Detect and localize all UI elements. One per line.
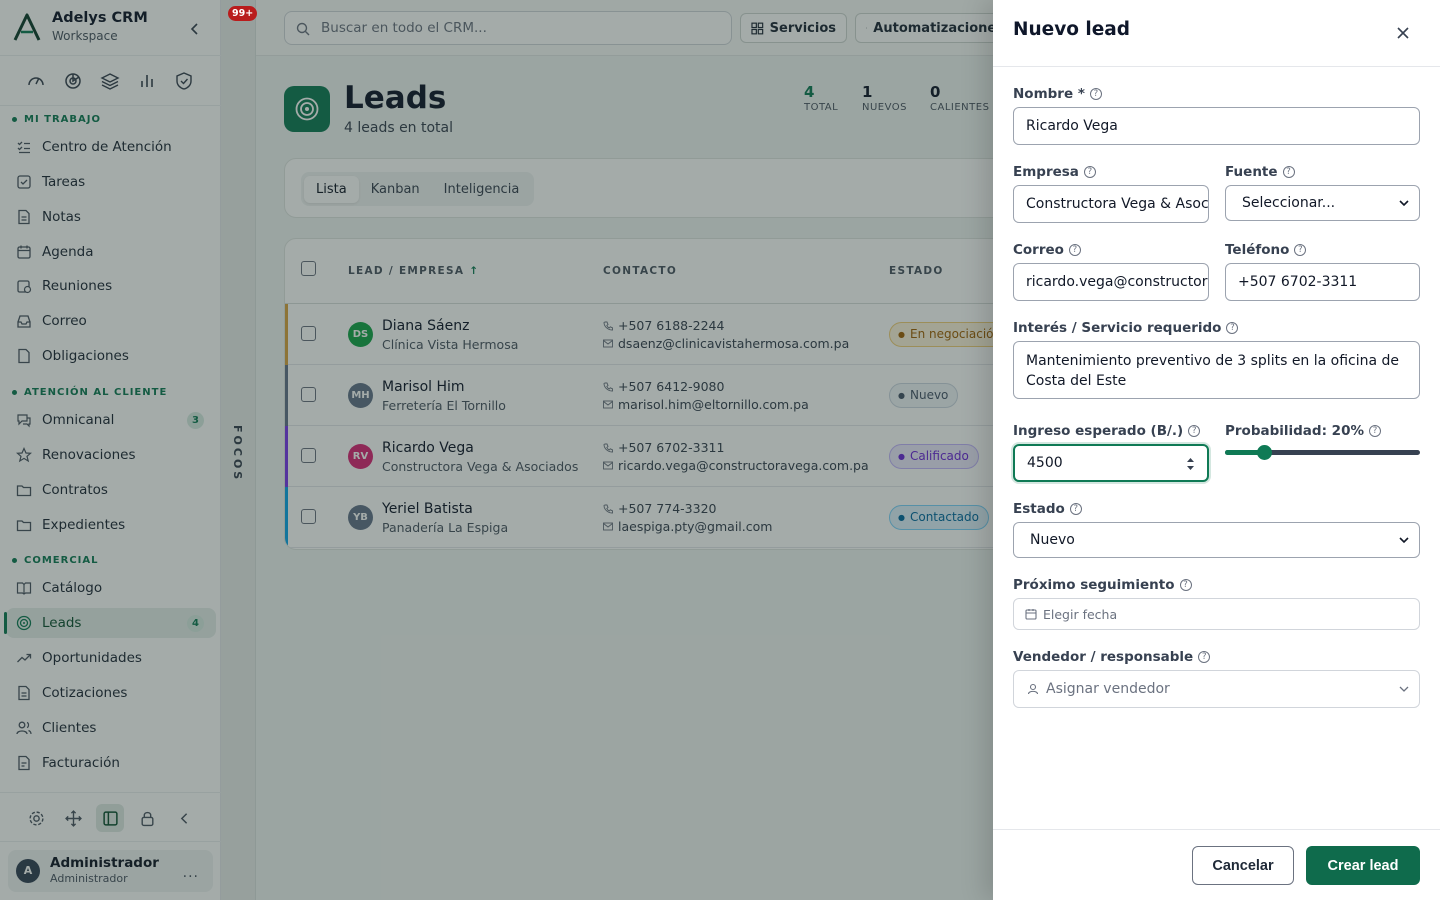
interes-textarea[interactable]: Mantenimiento preventivo de 3 splits en … [1013,341,1420,399]
help-icon[interactable]: ? [1069,503,1082,515]
help-icon[interactable]: ? [1369,425,1381,437]
nombre-label: Nombre *? [1013,86,1102,102]
telefono-input[interactable]: +507 6702-3311 [1225,263,1420,301]
fuente-value: Seleccionar... [1242,195,1336,211]
close-icon[interactable] [1395,25,1411,41]
help-icon[interactable]: ? [1188,425,1201,437]
ingreso-input[interactable]: 4500 [1013,444,1209,482]
correo-input[interactable]: ricardo.vega@constructoravega.com.pa [1013,263,1209,301]
probabilidad-label: Probabilidad: 20%? [1225,423,1381,439]
drawer-footer: Cancelar Crear lead [993,829,1440,900]
modal-overlay[interactable] [0,0,993,900]
new-lead-drawer: Nuevo lead Nombre *? Ricardo Vega Empres… [993,0,1440,900]
drawer-header: Nuevo lead [993,0,1440,67]
estado-value: Nuevo [1030,532,1075,548]
ingreso-label: Ingreso esperado (B/.)? [1013,423,1201,439]
help-icon[interactable]: ? [1282,166,1295,178]
estado-select[interactable]: Nuevo [1013,522,1420,558]
estado-label: Estado? [1013,501,1082,517]
user-icon [1027,683,1039,695]
chevron-down-icon [1399,200,1409,207]
help-icon[interactable]: ? [1198,651,1211,663]
nombre-input[interactable]: Ricardo Vega [1013,107,1420,145]
telefono-label: Teléfono? [1225,242,1307,258]
empresa-label: Empresa? [1013,164,1096,180]
slider-handle[interactable] [1257,445,1272,460]
probabilidad-slider[interactable] [1225,445,1420,460]
number-stepper-icon[interactable] [1186,456,1195,472]
fuente-select[interactable]: Seleccionar... [1225,185,1420,221]
help-icon[interactable]: ? [1089,88,1102,100]
help-icon[interactable]: ? [1179,579,1192,591]
seguimiento-date-input[interactable]: Elegir fecha [1013,598,1420,630]
drawer-title: Nuevo lead [1013,19,1131,40]
calendar-icon [1025,609,1037,620]
empresa-input[interactable]: Constructora Vega & Asociados [1013,185,1209,223]
notification-badge[interactable]: 99+ [228,6,258,21]
cancel-button[interactable]: Cancelar [1192,846,1294,885]
help-icon[interactable]: ? [1068,244,1081,256]
ingreso-value: 4500 [1027,455,1063,471]
vendedor-label: Vendedor / responsable? [1013,649,1211,665]
help-icon[interactable]: ? [1294,244,1307,256]
vendedor-select[interactable]: Asignar vendedor [1013,670,1420,708]
interes-label: Interés / Servicio requerido? [1013,320,1239,336]
help-icon[interactable]: ? [1226,322,1239,334]
seguimiento-label: Próximo seguimiento? [1013,577,1192,593]
chevron-down-icon [1399,686,1409,692]
fuente-label: Fuente? [1225,164,1295,180]
create-lead-button[interactable]: Crear lead [1306,846,1420,885]
chevron-down-icon [1399,537,1409,544]
help-icon[interactable]: ? [1083,166,1096,178]
correo-label: Correo? [1013,242,1081,258]
